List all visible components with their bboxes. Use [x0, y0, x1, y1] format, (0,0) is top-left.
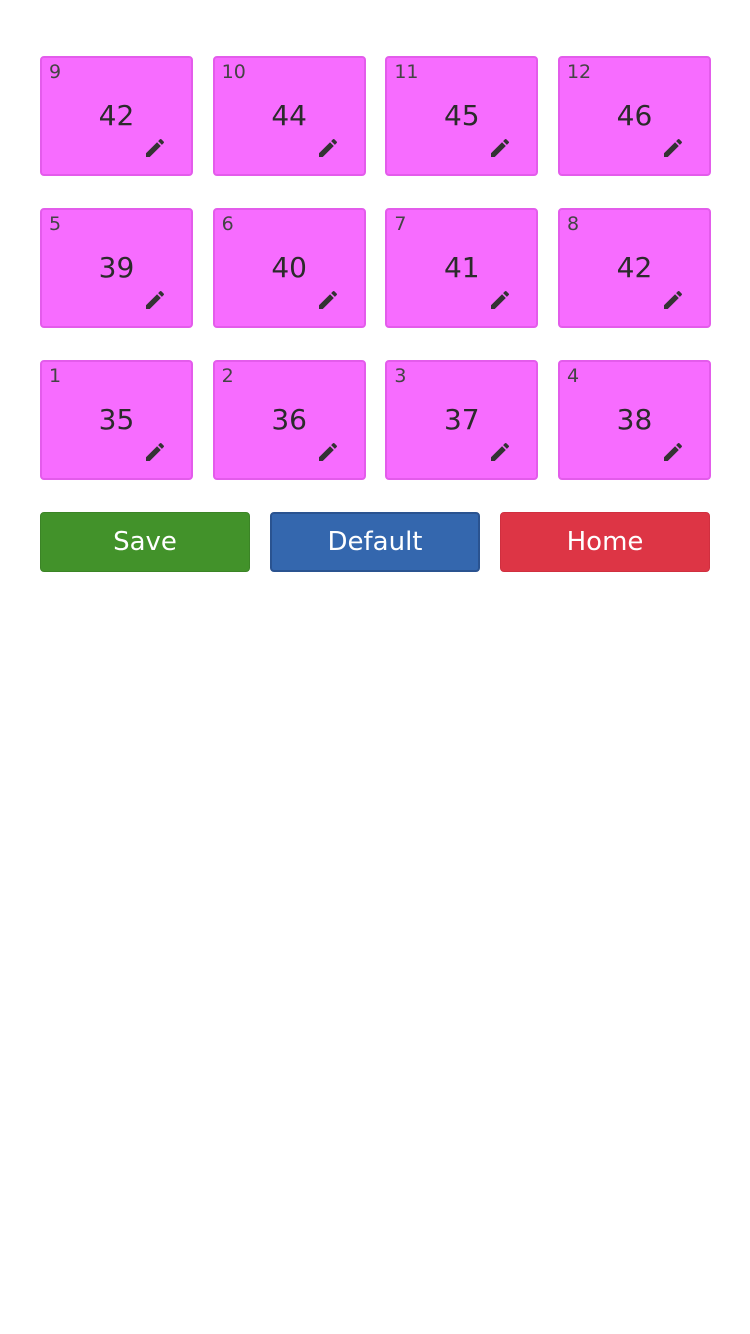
tile-index: 6	[221, 213, 234, 235]
pencil-icon[interactable]	[488, 136, 512, 160]
tile-5[interactable]: 5 39	[40, 208, 193, 328]
tile-value: 36	[271, 403, 307, 436]
pencil-icon[interactable]	[661, 136, 685, 160]
tile-index: 1	[49, 365, 62, 387]
tile-value: 35	[98, 403, 135, 436]
tile-10[interactable]: 10 44	[212, 56, 366, 176]
tile-12[interactable]: 12 46	[557, 56, 711, 176]
tile-index: 11	[394, 61, 419, 83]
tile-value: 41	[443, 251, 480, 284]
tile-2[interactable]: 2 36	[212, 360, 366, 480]
tile-index: 9	[49, 61, 62, 83]
tile-grid: 9 42 10 44 11 45 12 46 5 39 6 40 7 41 8 …	[40, 56, 711, 480]
pencil-icon[interactable]	[143, 288, 167, 312]
home-button[interactable]: Home	[500, 512, 710, 572]
pencil-icon[interactable]	[661, 288, 685, 312]
pencil-icon[interactable]	[661, 440, 685, 464]
pencil-icon[interactable]	[488, 288, 512, 312]
tile-11[interactable]: 11 45	[385, 56, 539, 176]
tile-9[interactable]: 9 42	[40, 56, 193, 176]
tile-index: 5	[49, 213, 62, 235]
save-button[interactable]: Save	[40, 512, 250, 572]
pencil-icon[interactable]	[316, 136, 340, 160]
tile-value: 42	[616, 251, 653, 284]
tile-4[interactable]: 4 38	[557, 360, 711, 480]
tile-index: 2	[221, 365, 234, 387]
tile-index: 3	[394, 365, 407, 387]
action-bar: Save Default Home	[40, 512, 710, 572]
tile-value: 39	[98, 251, 135, 284]
pencil-icon[interactable]	[143, 136, 167, 160]
tile-index: 10	[221, 61, 246, 83]
tile-index: 8	[566, 213, 580, 235]
tile-value: 42	[98, 99, 135, 132]
tile-value: 46	[616, 99, 653, 132]
tile-value: 45	[443, 99, 480, 132]
tile-6[interactable]: 6 40	[212, 208, 366, 328]
pencil-icon[interactable]	[488, 440, 512, 464]
default-button[interactable]: Default	[270, 512, 480, 572]
tile-8[interactable]: 8 42	[557, 208, 711, 328]
tile-7[interactable]: 7 41	[385, 208, 539, 328]
tile-index: 12	[566, 61, 592, 83]
tile-1[interactable]: 1 35	[40, 360, 193, 480]
tile-value: 38	[616, 403, 653, 436]
pencil-icon[interactable]	[316, 440, 340, 464]
tile-value: 37	[443, 403, 480, 436]
tile-index: 7	[394, 213, 407, 235]
pencil-icon[interactable]	[143, 440, 167, 464]
tile-3[interactable]: 3 37	[385, 360, 539, 480]
tile-value: 40	[271, 251, 307, 284]
tile-value: 44	[271, 99, 307, 132]
pencil-icon[interactable]	[316, 288, 340, 312]
tile-index: 4	[566, 365, 580, 387]
